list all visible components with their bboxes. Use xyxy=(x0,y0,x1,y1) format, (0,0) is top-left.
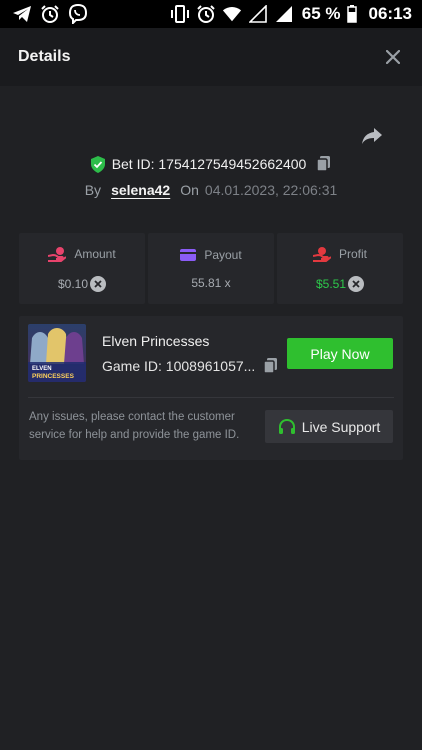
game-thumbnail[interactable]: ELVEN PRINCESSES xyxy=(28,324,86,382)
bet-meta-row: By selena42 On 04.01.2023, 22:06:31 xyxy=(0,180,422,200)
hand-money-icon xyxy=(312,246,331,262)
wifi-icon xyxy=(222,4,242,24)
by-label: By xyxy=(84,182,102,198)
game-card: ELVEN PRINCESSES Elven Princesses Game I… xyxy=(19,316,403,460)
stat-payout-label: Payout xyxy=(204,247,242,262)
stat-profit-value: $5.51 xyxy=(315,276,347,291)
clock: 06:13 xyxy=(368,4,412,23)
stat-amount-label: Amount xyxy=(74,246,116,261)
game-id-row: Game ID: 1008961057... xyxy=(102,358,279,374)
card-icon xyxy=(180,248,197,261)
viber-icon xyxy=(68,4,88,24)
stat-payout: Payout 55.81 x xyxy=(148,233,274,304)
telegram-icon xyxy=(12,4,32,24)
thumb-text-top: ELVEN xyxy=(32,366,52,372)
play-now-button[interactable]: Play Now xyxy=(287,338,393,369)
hand-coins-icon xyxy=(48,246,67,262)
game-title: Elven Princesses xyxy=(102,333,210,349)
live-support-label: Live Support xyxy=(301,418,381,435)
close-icon[interactable] xyxy=(382,46,404,68)
currency-coin-icon xyxy=(348,275,365,292)
signal-empty-icon xyxy=(248,4,268,24)
status-bar: 65 % 06:13 xyxy=(0,0,422,28)
on-label: On xyxy=(180,182,199,198)
signal-full-icon xyxy=(274,4,294,24)
battery-percent: 65 % xyxy=(301,4,341,23)
stat-amount-value: $0.10 xyxy=(57,276,89,291)
stat-profit: Profit $5.51 xyxy=(277,233,403,304)
live-support-button[interactable]: Live Support xyxy=(265,410,393,443)
currency-coin-icon xyxy=(90,275,107,292)
support-message: Any issues, please contact the customer … xyxy=(29,411,240,441)
copy-icon[interactable] xyxy=(316,156,332,172)
copy-icon[interactable] xyxy=(263,358,279,374)
page-title: Details xyxy=(18,48,71,65)
alarm-icon xyxy=(196,4,216,24)
divider xyxy=(28,397,394,398)
stat-profit-label: Profit xyxy=(338,246,367,261)
stat-payout-value: 55.81 x xyxy=(191,275,231,290)
headset-icon xyxy=(278,418,296,436)
details-header: Details xyxy=(0,28,422,86)
status-left-icons xyxy=(12,4,88,24)
vibrate-icon xyxy=(170,4,190,24)
battery-icon xyxy=(346,4,357,24)
bet-id-row: Bet ID: 1754127549452662400 xyxy=(0,154,422,174)
stat-amount: Amount $0.10 xyxy=(19,233,145,304)
thumb-text-bottom: PRINCESSES xyxy=(32,373,75,380)
username-link[interactable]: selena42 xyxy=(111,182,170,198)
game-id: Game ID: 1008961057... xyxy=(102,358,256,374)
share-icon[interactable] xyxy=(360,124,384,148)
status-right-icons: 65 % 06:13 xyxy=(170,4,412,24)
alarm-icon xyxy=(40,4,60,24)
bet-datetime: 04.01.2023, 22:06:31 xyxy=(204,182,338,198)
bet-stats: Amount $0.10 Payout 55.81 x Profit $5.51 xyxy=(19,233,403,304)
shield-check-icon xyxy=(90,155,106,173)
bet-id: Bet ID: 1754127549452662400 xyxy=(111,156,307,172)
